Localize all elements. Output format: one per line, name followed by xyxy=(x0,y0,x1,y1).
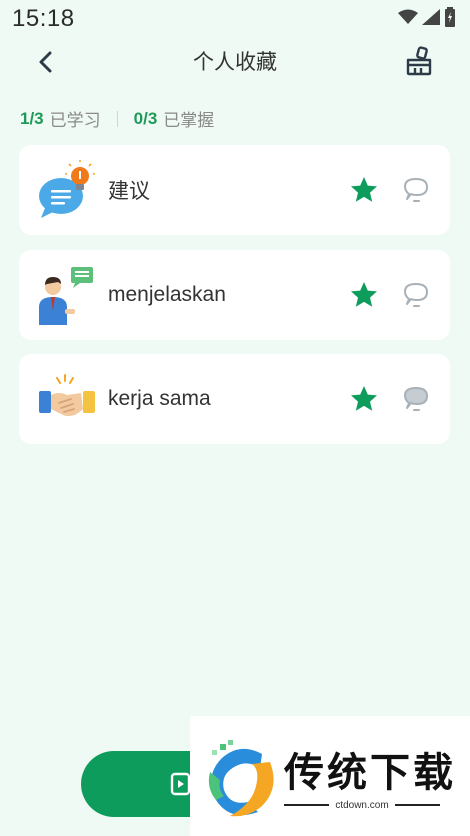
status-icons xyxy=(398,7,456,27)
page-title: 个人收藏 xyxy=(193,50,277,74)
speak-icon[interactable] xyxy=(401,175,431,205)
speak-icon[interactable] xyxy=(401,384,431,414)
item-word: 建议 xyxy=(108,179,150,203)
status-time: 15:18 xyxy=(12,5,75,32)
battery-icon xyxy=(445,7,455,27)
list-item[interactable]: menjelaskan xyxy=(19,250,450,340)
speak-icon[interactable] xyxy=(401,280,431,310)
watermark-url-text: ctdown.com xyxy=(329,800,395,811)
mastered-label: 已掌握 xyxy=(163,111,215,131)
stats-divider xyxy=(116,110,118,127)
signal-icon xyxy=(422,9,440,25)
watermark-logo-icon xyxy=(208,740,274,817)
man-explaining-icon xyxy=(39,267,93,325)
mastered-count: 0/3 xyxy=(133,108,158,128)
learning-stats: 1/3 已学习 0/3 已掌握 xyxy=(20,106,215,132)
speech-bubble-lightbulb-icon xyxy=(39,160,95,218)
watermark-title: 传统下载 xyxy=(284,750,456,796)
star-icon[interactable] xyxy=(349,280,379,310)
broom-icon xyxy=(406,46,432,76)
watermark: 传统下载 ctdown.com xyxy=(190,716,470,836)
learned-count: 1/3 xyxy=(20,108,44,128)
clear-button[interactable] xyxy=(402,44,436,78)
header: 个人收藏 xyxy=(0,40,470,84)
star-icon[interactable] xyxy=(349,175,379,205)
list-item[interactable]: kerja sama xyxy=(19,354,450,444)
list-item[interactable]: 建议 xyxy=(19,145,450,235)
status-bar: 15:18 xyxy=(0,0,470,40)
learned-label: 已学习 xyxy=(49,111,101,131)
wifi-icon xyxy=(398,9,418,24)
handshake-icon xyxy=(39,374,95,417)
star-icon[interactable] xyxy=(349,384,379,414)
watermark-url: ctdown.com xyxy=(284,800,440,811)
item-word: kerja sama xyxy=(108,387,211,410)
item-word: menjelaskan xyxy=(108,283,226,306)
